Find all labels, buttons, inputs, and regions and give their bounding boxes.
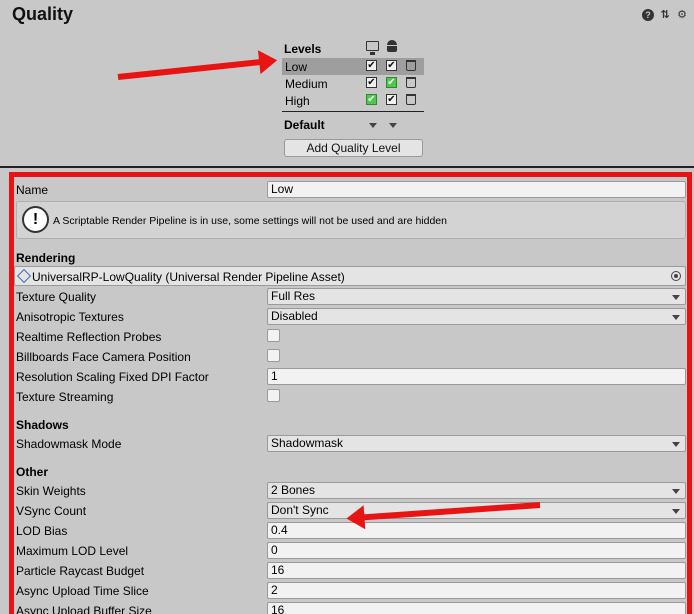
section-divider <box>0 166 694 168</box>
desktop-icon <box>366 41 379 55</box>
level-desktop-checkbox[interactable]: ✔ <box>366 77 377 88</box>
divider <box>282 111 424 112</box>
android-icon <box>386 40 398 53</box>
settings-sliders-icon[interactable]: ⇅ <box>659 9 671 21</box>
levels-header: Levels <box>284 42 322 56</box>
level-android-checkbox[interactable]: ✔ <box>386 94 397 105</box>
level-row-high[interactable]: High ✔ ✔ <box>282 92 424 109</box>
level-name: Medium <box>285 77 328 91</box>
level-row-low[interactable]: Low ✔ ✔ <box>282 58 424 75</box>
default-desktop-dropdown[interactable] <box>369 123 377 128</box>
level-android-checkbox[interactable]: ✔ <box>386 77 397 88</box>
gear-icon[interactable]: ⚙ <box>676 9 688 21</box>
default-android-dropdown[interactable] <box>389 123 397 128</box>
annotation-highlight-frame <box>9 172 692 614</box>
help-icon[interactable]: ? <box>642 9 654 21</box>
trash-icon[interactable] <box>406 77 416 88</box>
add-quality-level-button[interactable]: Add Quality Level <box>284 139 423 157</box>
level-name: Low <box>285 60 308 74</box>
level-desktop-checkbox[interactable]: ✔ <box>366 60 377 71</box>
quality-levels-matrix: Levels Low ✔ ✔ Medium ✔ ✔ High ✔ ✔ Defau… <box>282 38 424 133</box>
level-android-checkbox[interactable]: ✔ <box>386 60 397 71</box>
trash-icon[interactable] <box>406 60 416 71</box>
default-label: Default <box>284 118 325 132</box>
level-name: High <box>285 94 310 108</box>
trash-icon[interactable] <box>406 94 416 105</box>
level-row-medium[interactable]: Medium ✔ ✔ <box>282 75 424 92</box>
window-title: Quality <box>12 4 74 24</box>
header-icons: ? ⇅ ⚙ <box>642 9 688 21</box>
level-desktop-checkbox[interactable]: ✔ <box>366 94 377 105</box>
default-row: Default <box>282 115 424 133</box>
annotation-arrow-levels <box>117 58 264 80</box>
